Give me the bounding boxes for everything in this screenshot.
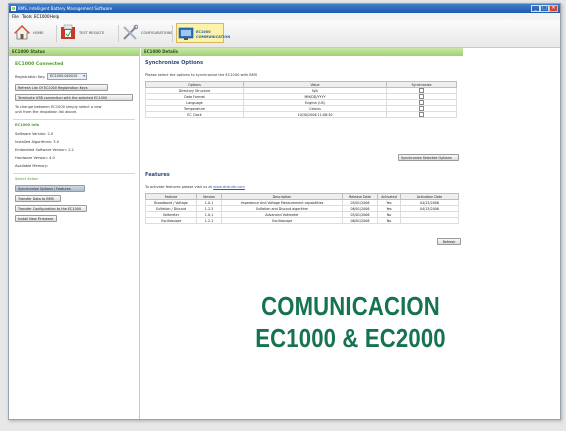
info-hardware-version: Hardware Version: 4.0 <box>15 156 55 160</box>
close-button[interactable]: ✕ <box>549 5 558 12</box>
app-icon <box>11 6 16 11</box>
action-synchronize-button[interactable]: Synchronize Options / Features <box>15 185 85 192</box>
overlay-caption: COMUNICACION EC1000 & EC2000 <box>172 290 528 354</box>
toolbar-separator <box>172 25 173 42</box>
info-software-version: Software Version: 2.0 <box>15 132 54 136</box>
minimize-button[interactable]: _ <box>531 5 540 12</box>
menu-tools[interactable]: Tools <box>22 13 32 20</box>
toolbar-home-label: HOME <box>33 31 44 35</box>
info-installed-algorithms: Installed Algorithms: 3.0 <box>15 140 59 144</box>
features-title: Features <box>145 172 170 178</box>
menu-ec1000[interactable]: EC1000 <box>34 13 50 20</box>
action-transfer-data-button[interactable]: Transfer Data to BMS <box>15 195 61 202</box>
toolbar-communication-label: EC1000 COMMUNICATION <box>196 30 231 39</box>
title-bar: BMS, Intelligent Battery Management Soft… <box>9 4 560 13</box>
release-date-cell: 06/01/2006 <box>342 217 378 224</box>
toolbar-separator <box>56 25 57 42</box>
sync-options-table: Options Value Synchronize Directory Stru… <box>145 81 457 118</box>
divider <box>13 173 135 174</box>
menu-file[interactable]: File <box>12 13 19 20</box>
maximize-button[interactable]: □ <box>540 5 549 12</box>
features-description-text: To activate features please visit us at <box>145 185 212 189</box>
option-cell: EC Clock <box>145 111 244 118</box>
toolbar-test-results-button[interactable]: TEST RESULTS <box>60 23 116 43</box>
window-title: BMS, Intelligent Battery Management Soft… <box>18 6 113 11</box>
divider <box>13 119 135 120</box>
version-cell: 1.2.1 <box>196 217 222 224</box>
communication-icon <box>178 27 194 40</box>
synchronize-checkbox[interactable] <box>419 106 424 111</box>
connection-status: EC1000 Connected <box>15 62 64 67</box>
synchronize-selected-button[interactable]: Synchronize Selected Options <box>398 154 459 161</box>
info-available-memory: Available Memory: <box>15 164 48 168</box>
help-text-line-2: unit from the dropdown list above. <box>15 110 78 114</box>
features-table: Feature Version Description Release Date… <box>145 193 459 224</box>
terminate-usb-button[interactable]: Terminate USB connection with the select… <box>15 94 133 101</box>
info-embedded-software: Embedded Software Version: 2.2 <box>15 148 74 152</box>
help-text-line-1: To change between EC1000 simply select a… <box>15 105 102 109</box>
table-row[interactable]: Oscilloscope 1.2.1 Oscilloscope 06/01/20… <box>145 217 459 224</box>
activation-date-cell <box>400 217 459 224</box>
value-cell: 10/30/2006 11:08:30 <box>243 111 387 118</box>
action-transfer-config-button[interactable]: Transfer Configuration to the EC1000 <box>15 205 87 212</box>
overlay-line-2: EC1000 & EC2000 <box>255 323 446 353</box>
synchronize-checkbox[interactable] <box>419 94 424 99</box>
info-title: EC1000 Info <box>15 123 40 127</box>
synchronize-checkbox[interactable] <box>419 88 424 93</box>
features-link[interactable]: www.dcdude.com <box>213 185 245 189</box>
toolbar-separator <box>118 25 119 42</box>
action-install-firmware-button[interactable]: Install New Firmware <box>15 215 57 222</box>
registration-key-label: Registration Key: <box>15 75 46 79</box>
overlay-line-1: COMUNICACION <box>261 291 440 321</box>
toolbar: HOME TEST RESULTS CONFIGURATIONS EC1000 … <box>9 20 560 48</box>
menu-help[interactable]: Help <box>50 13 59 20</box>
registration-key-value: EC1000-040010 <box>50 74 78 78</box>
registration-key-select[interactable]: EC1000-040010 ▾ <box>47 73 87 80</box>
toolbar-test-results-label: TEST RESULTS <box>79 31 105 35</box>
toolbar-communication-button[interactable]: EC1000 COMMUNICATION <box>176 23 231 43</box>
sync-description: Please select the options to synchronize… <box>145 73 258 77</box>
chevron-down-icon: ▾ <box>83 74 85 78</box>
synchronize-checkbox[interactable] <box>419 112 424 117</box>
tools-icon <box>123 24 138 40</box>
feature-cell: Oscilloscope <box>145 217 197 224</box>
synchronize-cell <box>386 111 457 118</box>
synchronize-checkbox[interactable] <box>419 100 424 105</box>
right-panel-header: EC1000 Details <box>141 48 463 56</box>
actions-title: Select Action <box>15 177 39 181</box>
description-cell: Oscilloscope <box>221 217 343 224</box>
right-panel: EC1000 Details Synchronize Options Pleas… <box>141 48 560 419</box>
left-panel-header: EC1000 Status <box>9 48 139 56</box>
refresh-registration-keys-button[interactable]: Refresh List Of EC1000 Registration Keys <box>15 84 108 91</box>
left-panel: EC1000 Status EC1000 Connected Registrat… <box>9 48 140 419</box>
toolbar-home-button[interactable]: HOME <box>14 23 54 43</box>
test-results-icon <box>61 24 75 39</box>
app-window: BMS, Intelligent Battery Management Soft… <box>8 3 561 420</box>
sync-title: Synchronize Options <box>145 60 204 66</box>
menu-bar: File Tools EC1000 Help <box>9 13 560 20</box>
table-row: EC Clock 10/30/2006 11:08:30 <box>145 111 457 118</box>
activated-cell: No <box>377 217 401 224</box>
toolbar-configurations-button[interactable]: CONFIGURATIONS <box>122 23 173 43</box>
refresh-button[interactable]: Refresh <box>437 238 461 245</box>
toolbar-configurations-label: CONFIGURATIONS <box>141 31 173 35</box>
features-description: To activate features please visit us at … <box>145 185 245 189</box>
home-icon <box>14 25 30 40</box>
